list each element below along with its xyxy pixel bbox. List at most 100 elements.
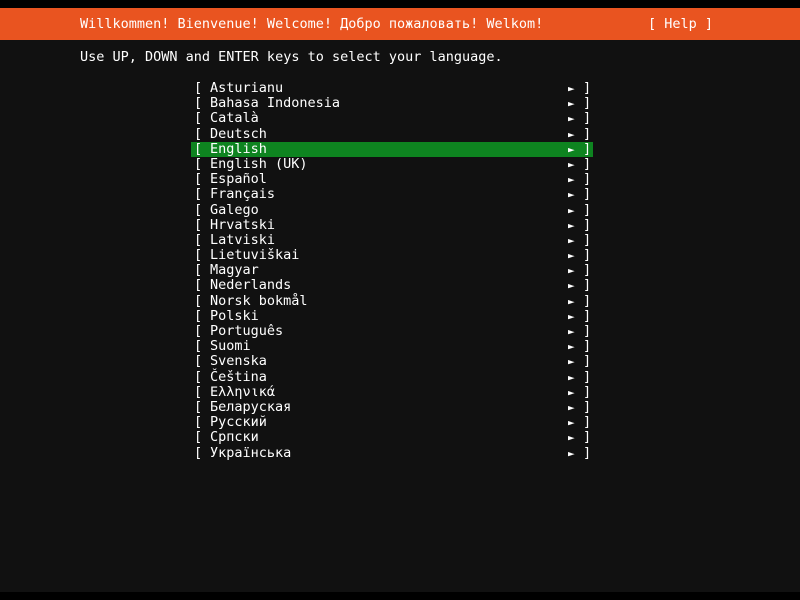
language-label: Nederlands: [210, 278, 291, 293]
language-label: Српски: [210, 430, 259, 445]
bracket-open: [: [194, 370, 202, 385]
language-list-item[interactable]: [ Norsk bokmål ►]: [191, 294, 593, 309]
bracket-open: [: [194, 430, 202, 445]
language-list-item[interactable]: [ Nederlands ►]: [191, 278, 593, 293]
bracket-close: ]: [583, 111, 591, 126]
language-label: Norsk bokmål: [210, 294, 308, 309]
language-list-item[interactable]: [Hrvatski►]: [191, 218, 593, 233]
bracket-close: ]: [583, 233, 591, 248]
caret-right-icon: ►: [568, 263, 575, 278]
language-list-item[interactable]: [Asturianu►]: [191, 81, 593, 96]
bracket-open: [: [194, 172, 202, 187]
language-list-item[interactable]: [Galego►]: [191, 203, 593, 218]
help-button[interactable]: [ Help ]: [648, 17, 713, 32]
bracket-close: ]: [583, 430, 591, 445]
language-list-item[interactable]: [Русский►]: [191, 415, 593, 430]
language-label: Čeština: [210, 370, 267, 385]
language-list-item[interactable]: [Magyar►]: [191, 263, 593, 278]
caret-right-icon: ►: [568, 157, 575, 172]
caret-right-icon: ►: [568, 172, 575, 187]
language-list-item[interactable]: [ Español ►]: [191, 172, 593, 187]
bracket-open: [: [194, 294, 202, 309]
language-label: Català: [210, 111, 259, 126]
bracket-close: ]: [583, 248, 591, 263]
bracket-close: ]: [583, 324, 591, 339]
language-list-item[interactable]: [Svenska►]: [191, 354, 593, 369]
language-list-item[interactable]: [ Српски ►]: [191, 430, 593, 445]
language-list-item[interactable]: [ English (UK) ►]: [191, 157, 593, 172]
bracket-close: ]: [583, 218, 591, 233]
caret-right-icon: ►: [568, 415, 575, 430]
language-label: Galego: [210, 203, 259, 218]
language-label: Hrvatski: [210, 218, 275, 233]
language-label: Українська: [210, 446, 291, 461]
caret-right-icon: ►: [568, 309, 575, 324]
caret-right-icon: ►: [568, 81, 575, 96]
caret-right-icon: ►: [568, 446, 575, 461]
caret-right-icon: ►: [568, 203, 575, 218]
language-list-item[interactable]: [ Українська ►]: [191, 446, 593, 461]
bracket-open: [: [194, 446, 202, 461]
language-label: Français: [210, 187, 275, 202]
bracket-open: [: [194, 127, 202, 142]
caret-right-icon: ►: [568, 324, 575, 339]
language-list-item[interactable]: [Français►]: [191, 187, 593, 202]
bracket-close: ]: [583, 370, 591, 385]
bracket-close: ]: [583, 400, 591, 415]
language-list-item[interactable]: [Deutsch►]: [191, 127, 593, 142]
language-label: Latviski: [210, 233, 275, 248]
language-list-item[interactable]: [Lietuviškai►]: [191, 248, 593, 263]
top-letterbox: [0, 0, 800, 8]
caret-right-icon: ►: [568, 96, 575, 111]
bracket-close: ]: [583, 81, 591, 96]
language-list-item[interactable]: [Ελληνικά►]: [191, 385, 593, 400]
bracket-open: [: [194, 354, 202, 369]
language-label: Suomi: [210, 339, 251, 354]
language-label: English (UK): [210, 157, 308, 172]
bracket-open: [: [194, 218, 202, 233]
bracket-close: ]: [583, 278, 591, 293]
bracket-close: ]: [583, 339, 591, 354]
language-list-item[interactable]: [Suomi►]: [191, 339, 593, 354]
bracket-open: [: [194, 157, 202, 172]
language-list-item[interactable]: [Català►]: [191, 111, 593, 126]
language-list-item[interactable]: [English►]: [191, 142, 593, 157]
header-bar: Willkommen! Bienvenue! Welcome! Добро по…: [0, 8, 800, 40]
language-label: Беларуская: [210, 400, 291, 415]
bracket-open: [: [194, 248, 202, 263]
bracket-close: ]: [583, 385, 591, 400]
caret-right-icon: ►: [568, 354, 575, 369]
bracket-close: ]: [583, 96, 591, 111]
language-label: Svenska: [210, 354, 267, 369]
language-list-item[interactable]: [Português►]: [191, 324, 593, 339]
caret-right-icon: ►: [568, 430, 575, 445]
bracket-open: [: [194, 142, 202, 157]
bracket-open: [: [194, 111, 202, 126]
language-list-item[interactable]: [Беларуская►]: [191, 400, 593, 415]
bracket-close: ]: [583, 294, 591, 309]
language-list-item[interactable]: [Čeština►]: [191, 370, 593, 385]
bracket-open: [: [194, 278, 202, 293]
language-list-item[interactable]: [Polski►]: [191, 309, 593, 324]
caret-right-icon: ►: [568, 278, 575, 293]
bracket-open: [: [194, 233, 202, 248]
language-label: Ελληνικά: [210, 385, 275, 400]
bracket-open: [: [194, 96, 202, 111]
language-list-item[interactable]: [Latviski►]: [191, 233, 593, 248]
language-label: Bahasa Indonesia: [210, 96, 340, 111]
language-label: Magyar: [210, 263, 259, 278]
language-label: Polski: [210, 309, 259, 324]
bracket-open: [: [194, 400, 202, 415]
language-list[interactable]: [Asturianu►][Bahasa Indonesia►][Català►]…: [191, 81, 593, 461]
bracket-close: ]: [583, 142, 591, 157]
bracket-close: ]: [583, 157, 591, 172]
caret-right-icon: ►: [568, 248, 575, 263]
caret-right-icon: ►: [568, 294, 575, 309]
caret-right-icon: ►: [568, 187, 575, 202]
language-list-item[interactable]: [ Bahasa Indonesia ►]: [191, 96, 593, 111]
bracket-close: ]: [583, 187, 591, 202]
bracket-open: [: [194, 324, 202, 339]
bracket-close: ]: [583, 446, 591, 461]
bracket-close: ]: [583, 172, 591, 187]
language-label: Español: [210, 172, 267, 187]
